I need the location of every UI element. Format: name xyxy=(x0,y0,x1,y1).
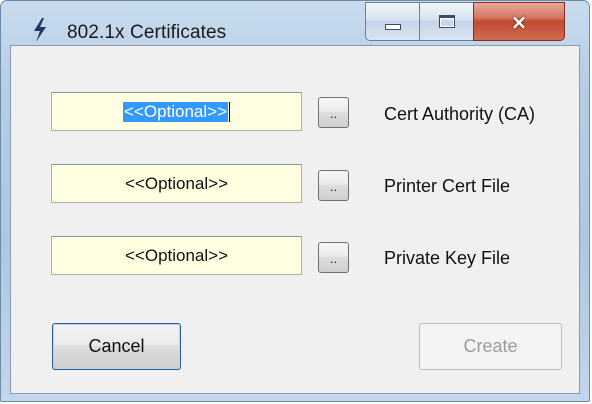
text-caret xyxy=(229,101,231,122)
title-bar[interactable]: 802.1x Certificates × xyxy=(1,1,589,45)
minimize-icon xyxy=(384,23,401,30)
selected-text: <<Optional>> xyxy=(122,101,229,122)
field-text: <<Optional>> xyxy=(124,173,229,193)
create-button[interactable]: Create xyxy=(419,323,562,370)
close-icon: × xyxy=(510,9,528,34)
browse-private-key-button[interactable]: .. xyxy=(318,242,349,273)
dialog-client-area: <<Optional>> .. Cert Authority (CA) <<Op… xyxy=(10,45,580,394)
private-key-input[interactable]: <<Optional>> xyxy=(51,236,302,275)
browse-cert-authority-button[interactable]: .. xyxy=(318,97,349,128)
window-title: 802.1x Certificates xyxy=(67,22,227,43)
close-button[interactable]: × xyxy=(473,2,565,41)
caption-buttons: × xyxy=(365,2,565,41)
dialog-window: 802.1x Certificates × <<Optional>> .. Ce… xyxy=(0,0,590,402)
browse-printer-cert-button[interactable]: .. xyxy=(318,170,349,201)
maximize-icon xyxy=(438,15,455,28)
printer-cert-input[interactable]: <<Optional>> xyxy=(51,164,302,203)
lightning-bolt-icon xyxy=(34,18,46,42)
minimize-button[interactable] xyxy=(365,2,419,41)
private-key-label: Private Key File xyxy=(384,248,511,268)
cert-authority-input[interactable]: <<Optional>> xyxy=(51,92,302,131)
printer-cert-label: Printer Cert File xyxy=(384,176,511,196)
cancel-button[interactable]: Cancel xyxy=(52,323,181,370)
cert-authority-label: Cert Authority (CA) xyxy=(384,104,536,124)
field-text: <<Optional>> xyxy=(124,245,229,265)
maximize-button[interactable] xyxy=(419,2,473,41)
